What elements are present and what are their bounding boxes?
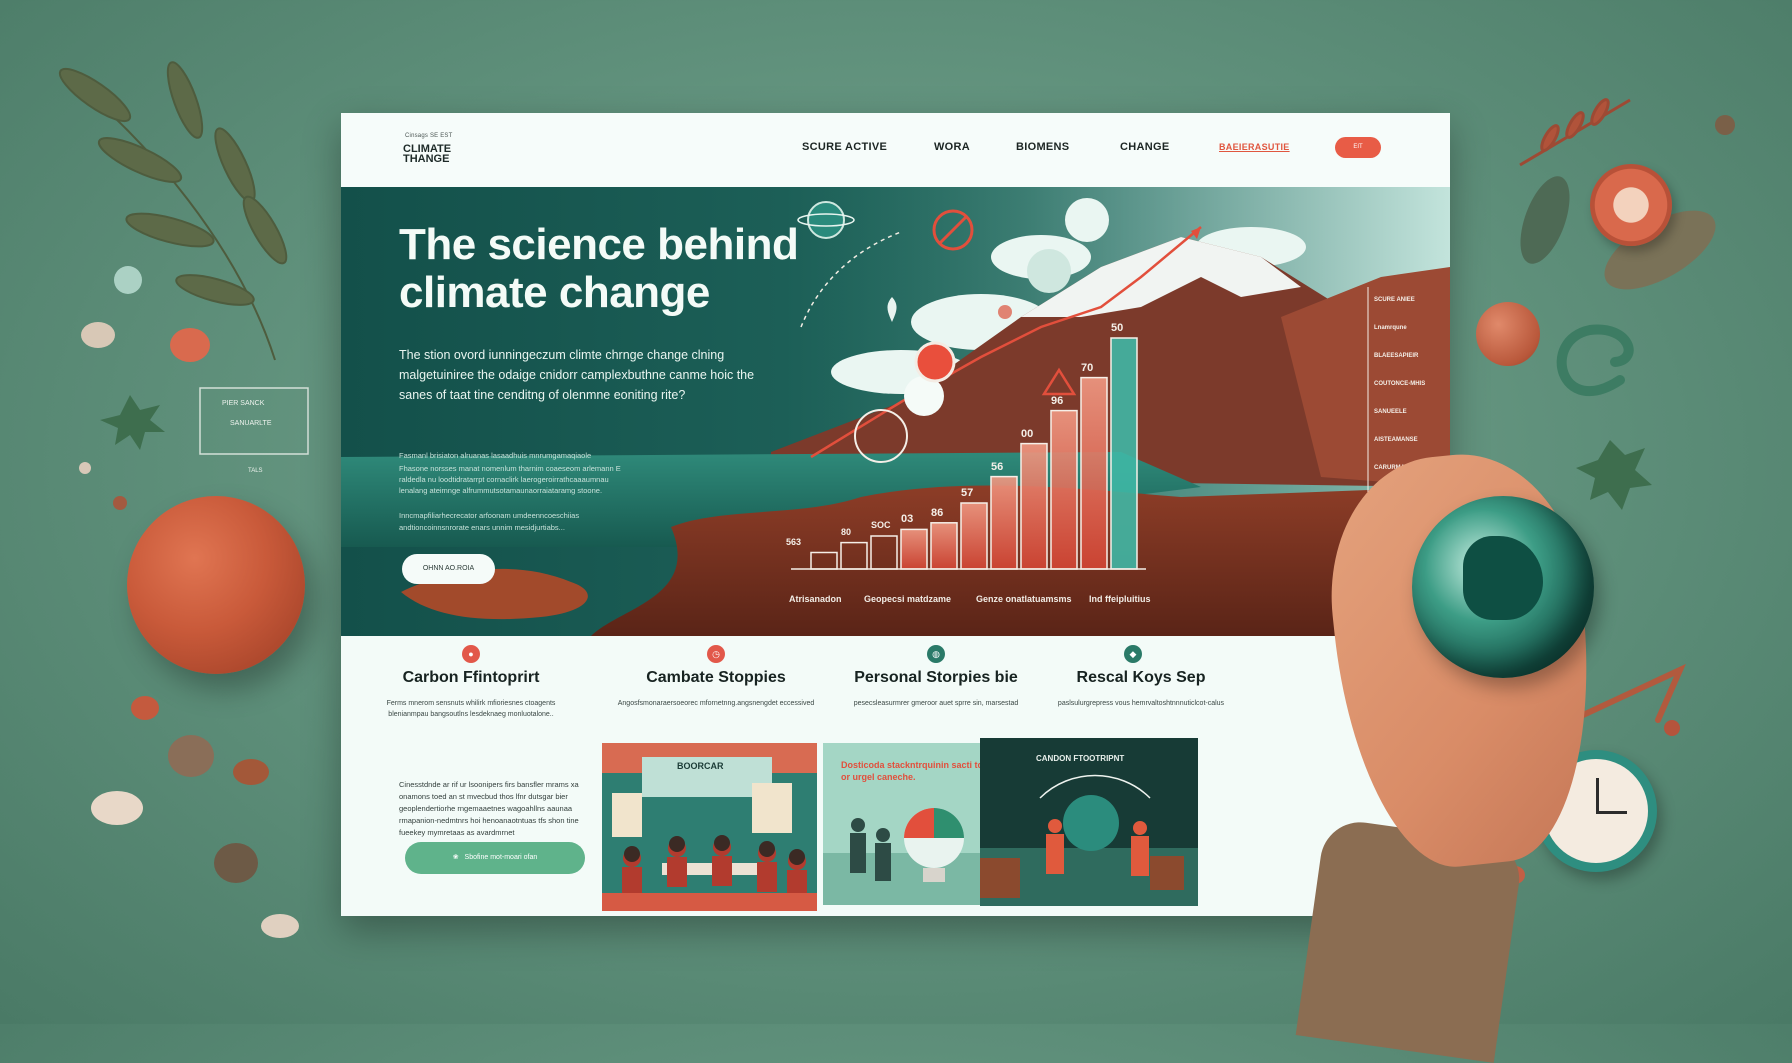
card-desc: paslsulurgrepress vous hemrvaltoshtnnnut… <box>1057 700 1225 707</box>
chart-side-legend-label: Lnamrqune <box>1374 325 1407 331</box>
card-desc: Angosfsmonaraersoeorec mfornetnng.angsne… <box>617 700 815 707</box>
chart-bar <box>1050 409 1078 570</box>
chart-value-label: 563 <box>786 536 802 547</box>
chart-bar <box>810 551 838 570</box>
terracotta-planet-icon <box>127 496 305 674</box>
green-swirl-icon <box>1556 324 1634 397</box>
chart-value-label: 70 <box>1081 361 1094 374</box>
chart-value-label: 96 <box>1051 394 1064 407</box>
chart-value-label: 03 <box>901 513 914 526</box>
chart-value-label: 80 <box>841 526 852 537</box>
chart-category-label: Atrisanadon <box>789 594 842 604</box>
chart-bar <box>1110 337 1138 570</box>
chart-bar <box>960 502 988 570</box>
chart-bar <box>900 528 928 570</box>
chart-value-label: 86 <box>931 506 944 519</box>
chart-value-label: 57 <box>961 487 974 499</box>
desk-note-line3: TALS <box>248 468 263 474</box>
card-cta-label: Sbofine mot-moari ofan <box>464 854 538 861</box>
chart-bar <box>1020 442 1048 570</box>
clay-coin-icon <box>1590 164 1672 246</box>
chart-value-label: 56 <box>991 460 1004 473</box>
globe-in-hand-icon[interactable] <box>1412 496 1594 678</box>
website-window: Cinsags SE EST CLIMATE THANGE SCURE ACTI… <box>341 113 1450 916</box>
card-desc: Ferms mnerom sensnuts whilirk mfioriesne… <box>386 700 556 718</box>
chart-value-label: SOC <box>871 520 891 530</box>
card-cta-button[interactable]: ❀ Sbofine mot-moari ofan <box>405 842 585 874</box>
chart-value-label: 50 <box>1111 322 1124 334</box>
nav-item-accent[interactable]: BAEIERASUTIE <box>1219 142 1290 152</box>
card-resource-keys: ◆ Rescal Koys Sep paslsulurgrepress vous… <box>980 636 1281 916</box>
shield-icon: ◆ <box>1124 645 1142 663</box>
temperature-bar-chart <box>791 287 1369 570</box>
card-title: Rescal Koys Sep <box>1076 669 1206 686</box>
nav-item-wora[interactable]: WORA <box>934 141 970 153</box>
brand-tagline: Cinsags SE EST <box>405 133 453 139</box>
chart-side-legend-label: SANUEELE <box>1374 409 1407 415</box>
nav-cta-button[interactable]: EIT <box>1335 137 1381 158</box>
chart-category-label: Geopecsi matdzame <box>864 594 952 604</box>
chart-bar <box>870 535 898 570</box>
classroom-illustration[interactable]: BOORCAR <box>602 743 817 911</box>
carbon-footprint-caption: CANDON FTOOTRIPNT <box>1036 754 1125 763</box>
right-sprig-icon <box>1519 98 1631 167</box>
desk-note-line2: SANUARLTE <box>230 420 272 427</box>
brand-logo[interactable]: CLIMATE THANGE <box>403 144 483 165</box>
chart-bar <box>840 541 868 570</box>
card-climate-stories: ◷ Cambate Stoppies Angosfsmonaraersoeore… <box>601 636 831 916</box>
brand-line-2: THANGE <box>403 153 450 165</box>
globe-icon: ◍ <box>927 645 945 663</box>
classroom-sign: BOORCAR <box>677 761 724 771</box>
chart-side-legend-label: SCURE ANIEE <box>1374 297 1415 303</box>
chart-side-legend-label: COUTONCE-MHIS <box>1374 381 1426 387</box>
night-earth-illustration[interactable]: CANDON FTOOTRIPNT <box>980 738 1198 906</box>
clock-icon: ◷ <box>707 645 725 663</box>
card-title: Cambate Stoppies <box>646 669 786 686</box>
top-navigation: Cinsags SE EST CLIMATE THANGE SCURE ACTI… <box>341 113 1450 187</box>
chart-category-label: Ind ffeipluitius <box>1089 594 1151 604</box>
left-fern-icon <box>58 61 288 361</box>
footprint-icon: ● <box>462 645 480 663</box>
chart-bar <box>930 522 958 570</box>
chart-side-legend-label: BLAEESAPIEIR <box>1374 353 1419 359</box>
hero-section: The science behind climate change The st… <box>341 187 1450 636</box>
chart-bar <box>1080 376 1108 570</box>
cards-section: ● Carbon Ffintoprirt Ferms mnerom sensnu… <box>341 636 1450 916</box>
card-title: Carbon Ffintoprirt <box>402 669 540 686</box>
chart-category-label: Genze onatlatuamsms <box>976 594 1072 604</box>
card-desc: pesecsleasurmrer gmeroor auet sprre sin,… <box>853 700 1019 707</box>
wooden-ball-icon <box>1476 302 1540 366</box>
card-body: Cinesstdnde ar rif ur lsoonipers firs ba… <box>399 780 579 837</box>
nav-item-change[interactable]: CHANGE <box>1120 141 1169 153</box>
chart-value-label: 00 <box>1021 427 1034 440</box>
desk-note-line1: PIER SANCK <box>222 400 265 407</box>
chart-bar <box>990 475 1018 570</box>
nav-item-scure-active[interactable]: SCURE ACTIVE <box>802 141 887 153</box>
leaf-icon: ❀ <box>452 854 459 861</box>
card-title: Personal Storpies bie <box>854 669 1018 686</box>
chart-side-legend-label: AISTEAMANSE <box>1374 437 1418 443</box>
card-carbon-footprint: ● Carbon Ffintoprirt Ferms mnerom sensnu… <box>341 636 601 916</box>
nav-item-biomens[interactable]: BIOMENS <box>1016 141 1069 153</box>
